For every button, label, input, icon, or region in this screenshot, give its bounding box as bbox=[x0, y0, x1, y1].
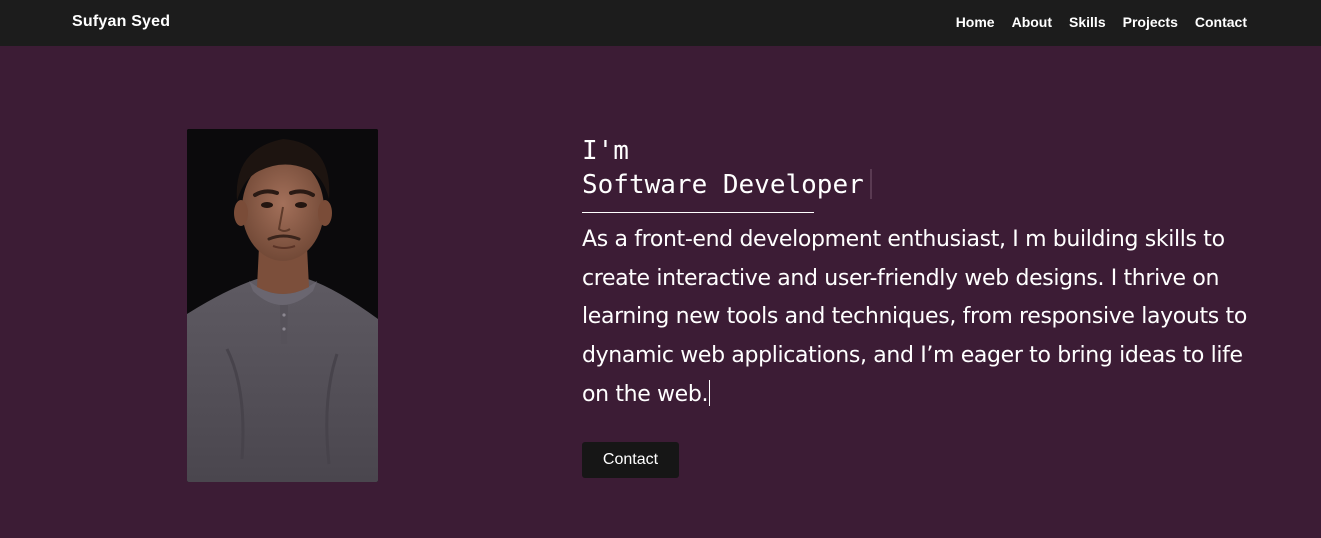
contact-button[interactable]: Contact bbox=[582, 442, 679, 478]
site-brand[interactable]: Sufyan Syed bbox=[72, 12, 170, 32]
typing-cursor bbox=[869, 169, 872, 199]
profile-photo-illustration bbox=[187, 129, 378, 482]
nav-link-skills[interactable]: Skills bbox=[1069, 13, 1106, 31]
nav-links: Home About Skills Projects Contact bbox=[956, 13, 1247, 31]
text-cursor bbox=[709, 379, 711, 406]
hero-bio-text: As a front-end development enthusiast, I… bbox=[582, 227, 1247, 407]
heading-underline bbox=[582, 212, 814, 213]
hero-role: Software Developer bbox=[582, 170, 864, 200]
hero-greeting: I'm bbox=[582, 136, 629, 166]
navbar: Sufyan Syed Home About Skills Projects C… bbox=[0, 0, 1321, 46]
profile-photo bbox=[187, 129, 378, 482]
hero-heading: I'm Software Developer bbox=[582, 134, 872, 202]
hero-bio: As a front-end development enthusiast, I… bbox=[582, 221, 1272, 415]
nav-link-projects[interactable]: Projects bbox=[1123, 13, 1178, 31]
nav-link-home[interactable]: Home bbox=[956, 13, 995, 31]
nav-link-contact[interactable]: Contact bbox=[1195, 13, 1247, 31]
nav-link-about[interactable]: About bbox=[1012, 13, 1052, 31]
